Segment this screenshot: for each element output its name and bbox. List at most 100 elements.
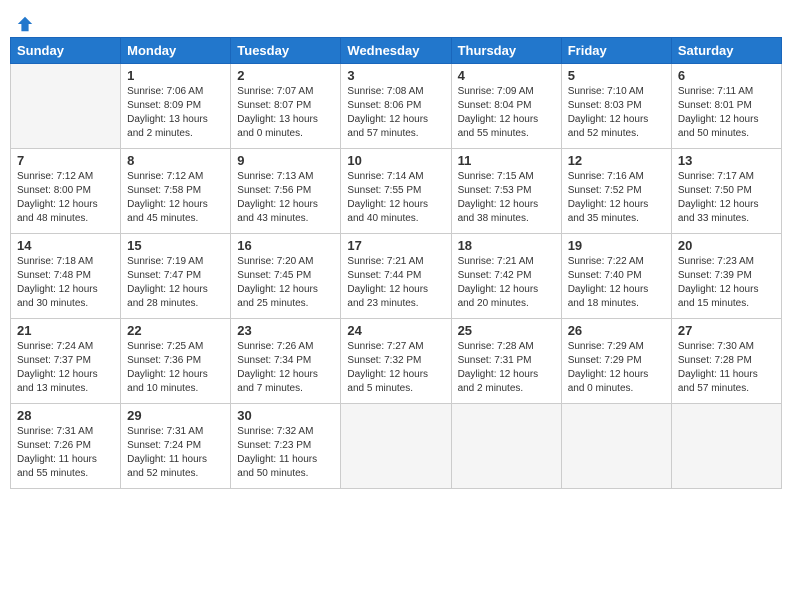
day-number: 16 xyxy=(237,238,334,253)
day-number: 18 xyxy=(458,238,555,253)
day-info: Sunrise: 7:06 AMSunset: 8:09 PMDaylight:… xyxy=(127,85,224,141)
day-of-week-header: Wednesday xyxy=(341,38,451,64)
day-number: 30 xyxy=(237,408,334,423)
day-number: 5 xyxy=(568,68,665,83)
day-info: Sunrise: 7:31 AMSunset: 7:26 PMDaylight:… xyxy=(17,425,114,481)
day-number: 21 xyxy=(17,323,114,338)
calendar-day-cell: 7 Sunrise: 7:12 AMSunset: 8:00 PMDaylight… xyxy=(11,149,121,234)
day-info: Sunrise: 7:23 AMSunset: 7:39 PMDaylight:… xyxy=(678,255,775,311)
calendar-day-cell xyxy=(671,404,781,489)
calendar-day-cell xyxy=(561,404,671,489)
day-number: 11 xyxy=(458,153,555,168)
day-number: 24 xyxy=(347,323,444,338)
day-number: 7 xyxy=(17,153,114,168)
day-info: Sunrise: 7:21 AMSunset: 7:44 PMDaylight:… xyxy=(347,255,444,311)
day-number: 6 xyxy=(678,68,775,83)
day-of-week-header: Friday xyxy=(561,38,671,64)
day-number: 28 xyxy=(17,408,114,423)
calendar-day-cell xyxy=(451,404,561,489)
day-number: 20 xyxy=(678,238,775,253)
day-number: 4 xyxy=(458,68,555,83)
day-number: 19 xyxy=(568,238,665,253)
day-number: 27 xyxy=(678,323,775,338)
calendar-day-cell: 23 Sunrise: 7:26 AMSunset: 7:34 PMDayligh… xyxy=(231,319,341,404)
day-number: 9 xyxy=(237,153,334,168)
day-info: Sunrise: 7:27 AMSunset: 7:32 PMDaylight:… xyxy=(347,340,444,396)
calendar-day-cell: 20 Sunrise: 7:23 AMSunset: 7:39 PMDayligh… xyxy=(671,234,781,319)
day-info: Sunrise: 7:16 AMSunset: 7:52 PMDaylight:… xyxy=(568,170,665,226)
calendar-day-cell: 24 Sunrise: 7:27 AMSunset: 7:32 PMDayligh… xyxy=(341,319,451,404)
calendar-day-cell: 22 Sunrise: 7:25 AMSunset: 7:36 PMDayligh… xyxy=(121,319,231,404)
day-number: 17 xyxy=(347,238,444,253)
day-number: 15 xyxy=(127,238,224,253)
day-number: 23 xyxy=(237,323,334,338)
calendar-week-row: 21 Sunrise: 7:24 AMSunset: 7:37 PMDayligh… xyxy=(11,319,782,404)
calendar-day-cell xyxy=(341,404,451,489)
day-info: Sunrise: 7:24 AMSunset: 7:37 PMDaylight:… xyxy=(17,340,114,396)
calendar-day-cell: 26 Sunrise: 7:29 AMSunset: 7:29 PMDayligh… xyxy=(561,319,671,404)
day-info: Sunrise: 7:30 AMSunset: 7:28 PMDaylight:… xyxy=(678,340,775,396)
day-number: 22 xyxy=(127,323,224,338)
day-number: 3 xyxy=(347,68,444,83)
day-info: Sunrise: 7:17 AMSunset: 7:50 PMDaylight:… xyxy=(678,170,775,226)
calendar-day-cell: 30 Sunrise: 7:32 AMSunset: 7:23 PMDayligh… xyxy=(231,404,341,489)
day-number: 2 xyxy=(237,68,334,83)
calendar-day-cell: 19Sunrise: 7:22 AMSunset: 7:40 PMDayligh… xyxy=(561,234,671,319)
day-info: Sunrise: 7:12 AMSunset: 7:58 PMDaylight:… xyxy=(127,170,224,226)
day-info: Sunrise: 7:26 AMSunset: 7:34 PMDaylight:… xyxy=(237,340,334,396)
calendar-day-cell xyxy=(11,64,121,149)
calendar-day-cell: 2 Sunrise: 7:07 AMSunset: 8:07 PMDaylight… xyxy=(231,64,341,149)
calendar-day-cell: 1Sunrise: 7:06 AMSunset: 8:09 PMDaylight… xyxy=(121,64,231,149)
day-info: Sunrise: 7:18 AMSunset: 7:48 PMDaylight:… xyxy=(17,255,114,311)
calendar-week-row: 7 Sunrise: 7:12 AMSunset: 8:00 PMDaylight… xyxy=(11,149,782,234)
day-of-week-header: Thursday xyxy=(451,38,561,64)
calendar-day-cell: 25Sunrise: 7:28 AMSunset: 7:31 PMDayligh… xyxy=(451,319,561,404)
calendar-day-cell: 3 Sunrise: 7:08 AMSunset: 8:06 PMDaylight… xyxy=(341,64,451,149)
day-info: Sunrise: 7:25 AMSunset: 7:36 PMDaylight:… xyxy=(127,340,224,396)
calendar-day-cell: 28 Sunrise: 7:31 AMSunset: 7:26 PMDayligh… xyxy=(11,404,121,489)
day-info: Sunrise: 7:11 AMSunset: 8:01 PMDaylight:… xyxy=(678,85,775,141)
day-info: Sunrise: 7:10 AMSunset: 8:03 PMDaylight:… xyxy=(568,85,665,141)
calendar-day-cell: 4Sunrise: 7:09 AMSunset: 8:04 PMDaylight… xyxy=(451,64,561,149)
calendar-day-cell: 8 Sunrise: 7:12 AMSunset: 7:58 PMDaylight… xyxy=(121,149,231,234)
calendar-week-row: 28 Sunrise: 7:31 AMSunset: 7:26 PMDayligh… xyxy=(11,404,782,489)
day-number: 12 xyxy=(568,153,665,168)
day-of-week-header: Tuesday xyxy=(231,38,341,64)
day-info: Sunrise: 7:32 AMSunset: 7:23 PMDaylight:… xyxy=(237,425,334,481)
calendar-week-row: 1Sunrise: 7:06 AMSunset: 8:09 PMDaylight… xyxy=(11,64,782,149)
page-header xyxy=(10,10,782,29)
calendar-day-cell: 5 Sunrise: 7:10 AMSunset: 8:03 PMDaylight… xyxy=(561,64,671,149)
calendar-week-row: 14 Sunrise: 7:18 AMSunset: 7:48 PMDayligh… xyxy=(11,234,782,319)
day-of-week-header: Saturday xyxy=(671,38,781,64)
day-of-week-header: Sunday xyxy=(11,38,121,64)
day-info: Sunrise: 7:31 AMSunset: 7:24 PMDaylight:… xyxy=(127,425,224,481)
day-number: 13 xyxy=(678,153,775,168)
calendar-day-cell: 14 Sunrise: 7:18 AMSunset: 7:48 PMDayligh… xyxy=(11,234,121,319)
calendar-day-cell: 6 Sunrise: 7:11 AMSunset: 8:01 PMDaylight… xyxy=(671,64,781,149)
calendar-day-cell: 9 Sunrise: 7:13 AMSunset: 7:56 PMDaylight… xyxy=(231,149,341,234)
calendar-day-cell: 17 Sunrise: 7:21 AMSunset: 7:44 PMDayligh… xyxy=(341,234,451,319)
day-info: Sunrise: 7:20 AMSunset: 7:45 PMDaylight:… xyxy=(237,255,334,311)
calendar-day-cell: 12 Sunrise: 7:16 AMSunset: 7:52 PMDayligh… xyxy=(561,149,671,234)
day-info: Sunrise: 7:08 AMSunset: 8:06 PMDaylight:… xyxy=(347,85,444,141)
day-info: Sunrise: 7:15 AMSunset: 7:53 PMDaylight:… xyxy=(458,170,555,226)
calendar-table: SundayMondayTuesdayWednesdayThursdayFrid… xyxy=(10,37,782,489)
day-info: Sunrise: 7:29 AMSunset: 7:29 PMDaylight:… xyxy=(568,340,665,396)
calendar-day-cell: 13 Sunrise: 7:17 AMSunset: 7:50 PMDayligh… xyxy=(671,149,781,234)
day-number: 8 xyxy=(127,153,224,168)
day-info: Sunrise: 7:21 AMSunset: 7:42 PMDaylight:… xyxy=(458,255,555,311)
calendar-day-cell: 27 Sunrise: 7:30 AMSunset: 7:28 PMDayligh… xyxy=(671,319,781,404)
day-number: 25 xyxy=(458,323,555,338)
day-number: 26 xyxy=(568,323,665,338)
day-info: Sunrise: 7:14 AMSunset: 7:55 PMDaylight:… xyxy=(347,170,444,226)
day-number: 14 xyxy=(17,238,114,253)
day-info: Sunrise: 7:07 AMSunset: 8:07 PMDaylight:… xyxy=(237,85,334,141)
calendar-day-cell: 18 Sunrise: 7:21 AMSunset: 7:42 PMDayligh… xyxy=(451,234,561,319)
day-info: Sunrise: 7:12 AMSunset: 8:00 PMDaylight:… xyxy=(17,170,114,226)
calendar-day-cell: 11 Sunrise: 7:15 AMSunset: 7:53 PMDayligh… xyxy=(451,149,561,234)
day-number: 29 xyxy=(127,408,224,423)
logo-icon xyxy=(16,15,34,33)
calendar-day-cell: 21 Sunrise: 7:24 AMSunset: 7:37 PMDayligh… xyxy=(11,319,121,404)
day-info: Sunrise: 7:13 AMSunset: 7:56 PMDaylight:… xyxy=(237,170,334,226)
calendar-header-row: SundayMondayTuesdayWednesdayThursdayFrid… xyxy=(11,38,782,64)
